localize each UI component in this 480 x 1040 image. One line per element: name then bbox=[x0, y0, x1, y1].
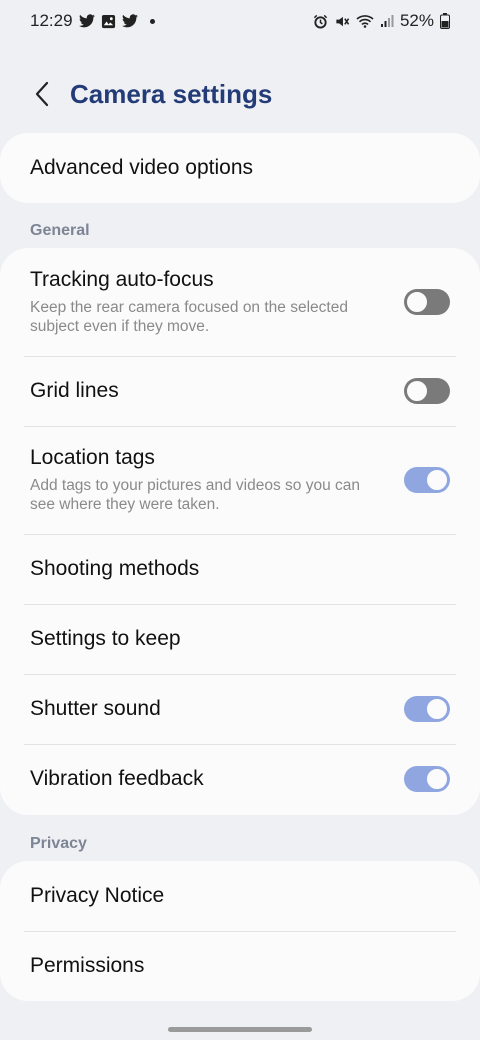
location-tags-title: Location tags bbox=[30, 446, 155, 469]
permissions-title: Permissions bbox=[30, 954, 145, 977]
vibration-feedback-title: Vibration feedback bbox=[30, 767, 204, 790]
privacy-notice-item[interactable]: Privacy Notice bbox=[0, 861, 480, 931]
battery-percent: 52% bbox=[399, 11, 434, 30]
shooting-methods-title: Shooting methods bbox=[30, 557, 200, 580]
location-tags-toggle[interactable] bbox=[404, 467, 450, 493]
status-time: 12:29 bbox=[30, 11, 73, 30]
alarm-icon bbox=[313, 14, 328, 29]
shooting-methods-item[interactable]: Shooting methods bbox=[0, 534, 480, 604]
advanced-video-options-label: Advanced video options bbox=[30, 156, 253, 179]
section-label-general: General bbox=[30, 222, 90, 239]
advanced-video-options-item[interactable]: Advanced video options bbox=[0, 133, 480, 203]
wifi-icon bbox=[356, 14, 374, 28]
grid-lines-title: Grid lines bbox=[30, 379, 119, 402]
page-title: Camera settings bbox=[70, 78, 273, 109]
section-label-privacy: Privacy bbox=[30, 835, 87, 852]
shutter-sound-title: Shutter sound bbox=[30, 697, 161, 720]
mute-icon bbox=[334, 14, 350, 29]
twitter-icon bbox=[121, 14, 138, 28]
shutter-sound-item[interactable]: Shutter sound bbox=[0, 674, 480, 744]
general-card: Tracking auto-focus Keep the rear camera… bbox=[0, 248, 480, 815]
gallery-icon bbox=[101, 14, 116, 29]
tracking-auto-focus-item[interactable]: Tracking auto-focus Keep the rear camera… bbox=[0, 248, 480, 356]
status-bar: 12:29 52% bbox=[0, 0, 480, 42]
shutter-sound-toggle[interactable] bbox=[404, 696, 450, 722]
notification-dot bbox=[149, 18, 155, 24]
twitter-icon bbox=[78, 14, 95, 28]
home-indicator[interactable] bbox=[168, 1027, 312, 1032]
privacy-notice-title: Privacy Notice bbox=[30, 884, 165, 907]
settings-to-keep-item[interactable]: Settings to keep bbox=[0, 604, 480, 674]
location-tags-item[interactable]: Location tags Add tags to your pictures … bbox=[0, 426, 480, 534]
battery-icon bbox=[440, 13, 450, 29]
chevron-left-icon bbox=[35, 81, 49, 107]
location-tags-subtitle: Add tags to your pictures and videos so … bbox=[30, 477, 361, 513]
back-button[interactable] bbox=[22, 74, 62, 114]
tracking-auto-focus-toggle[interactable] bbox=[404, 289, 450, 315]
vibration-feedback-toggle[interactable] bbox=[404, 766, 450, 792]
tracking-auto-focus-subtitle: Keep the rear camera focused on the sele… bbox=[30, 299, 348, 335]
app-header: Camera settings bbox=[0, 70, 480, 118]
status-left: 12:29 bbox=[30, 11, 155, 31]
signal-icon bbox=[380, 14, 394, 28]
tracking-auto-focus-title: Tracking auto-focus bbox=[30, 268, 214, 291]
advanced-card: Advanced video options bbox=[0, 133, 480, 203]
privacy-card: Privacy Notice Permissions bbox=[0, 861, 480, 1001]
permissions-item[interactable]: Permissions bbox=[0, 931, 480, 1001]
status-right: 52% bbox=[313, 11, 450, 31]
settings-to-keep-title: Settings to keep bbox=[30, 627, 181, 650]
vibration-feedback-item[interactable]: Vibration feedback bbox=[0, 744, 480, 814]
grid-lines-toggle[interactable] bbox=[404, 378, 450, 404]
grid-lines-item[interactable]: Grid lines bbox=[0, 356, 480, 426]
